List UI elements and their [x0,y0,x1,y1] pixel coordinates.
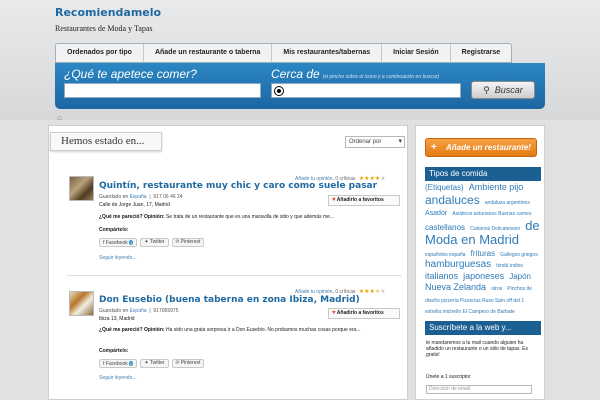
tag-link[interactable]: Nueva Zelanda [425,282,486,292]
post-title[interactable]: Quintín, restaurante muy chic y caro com… [99,181,377,191]
post-address: Ibiza 13, Madrid [99,316,135,322]
post-opinion: ¿Qué me pareció? Opinión: Ha sido una gr… [99,327,361,333]
tag-link[interactable]: castellanos [425,223,465,232]
tag-link[interactable]: japoneses [463,271,504,281]
sort-select[interactable]: Ordenar por [345,136,405,148]
post-meta: Añade tu opinión, 0 críticas ★★★★★ [295,289,386,295]
share-label: Compártelo: [99,227,129,233]
post-address: Calle de Jorge Juan, 17, Madrid [99,202,170,208]
search-what-input[interactable] [64,83,261,98]
post-saved-info: Guardado en España | 917 06 46 24 [99,194,183,200]
post-thumbnail[interactable] [69,176,94,201]
post-opinion: ¿Qué me pareció? Opinión: Se trata de un… [99,214,335,220]
search-what-label: ¿Qué te apetece comer? [64,67,197,81]
sidebar: + Añade un restaurante! Tipos de comida (… [415,125,545,400]
search-where-input[interactable] [271,83,461,98]
tag-link[interactable]: andaluza argentinos [485,200,530,206]
tag-link[interactable]: Cubanos Delicatessen [470,226,520,232]
tag-link[interactable]: (Etiquetas) [425,183,464,192]
share-twitter-button[interactable]: ✦ Twitter [140,238,169,247]
share-twitter-button[interactable]: ✦ Twitter [140,359,169,368]
post-thumbnail[interactable] [69,291,94,316]
main-content: Hemos estado en... Ordenar por Añade tu … [48,125,408,400]
add-restaurant-button[interactable]: + Añade un restaurante! [425,138,537,157]
nav-item-iniciar-sesion[interactable]: Iniciar Sesión [382,44,451,62]
search-icon: ⚲ [483,85,490,95]
share-facebook-button[interactable]: f Facebook 1 [99,238,138,247]
share-facebook-button[interactable]: f Facebook 2 [99,359,138,368]
share-buttons: f Facebook 2 ✦ Twitter ℗ Pinterest [99,359,205,368]
category-link[interactable]: España [130,194,147,200]
tag-cloud: (Etiquetas) Ambiente pijo andaluces anda… [425,182,541,317]
tag-link[interactable]: frituras [471,249,495,258]
nav-item-anade[interactable]: Añade un restaurante o taberna [144,44,273,62]
post-saved-info: Guardado en España | 917065975 [99,308,179,314]
email-input[interactable]: Dirección de email [426,385,532,394]
subscribe-widget-title: Suscríbete a la web y... [425,321,541,335]
nav-item-ordenados[interactable]: Ordenados por tipo [56,44,144,62]
read-more-link[interactable]: Seguir leyendo... [99,255,137,261]
share-label: Compártelo: [99,348,129,354]
tag-link[interactable]: Gallegos griegos [500,252,538,258]
search-button[interactable]: ⚲ Buscar [471,81,535,99]
tag-link[interactable]: españoles españa [425,252,466,258]
tag-link[interactable]: Asador [425,210,447,217]
subscribe-text: te mandaremos a tu mail cuando alguien h… [426,340,529,358]
main-nav: Ordenados por tipo Añade un restaurante … [55,43,513,63]
location-icon[interactable] [275,87,283,95]
plus-icon: + [431,142,437,153]
tag-link[interactable]: Ambiente pijo [469,182,524,192]
tags-widget-title: Tipos de comida [425,167,541,181]
tag-link[interactable]: italianos [425,271,458,281]
share-pinterest-button[interactable]: ℗ Pinterest [171,359,205,368]
site-description: Restaurantes de Moda y Tapas [55,24,153,33]
tag-link[interactable]: hamburguesas [425,259,491,271]
category-link[interactable]: España [130,308,147,314]
share-buttons: f Facebook 1 ✦ Twitter ℗ Pinterest [99,238,205,247]
tag-link[interactable]: otros [491,286,502,292]
search-where-hint: (si pinche sobre el icono y a continuaci… [322,74,440,80]
divider [67,275,402,276]
search-panel: ¿Qué te apetece comer? Cerca de (si pinch… [55,63,545,109]
nav-item-registrarse[interactable]: Registrarse [451,44,512,62]
tag-link[interactable]: hindú indios [496,263,523,269]
home-icon[interactable]: ⌂ [57,113,62,122]
read-more-link[interactable]: Seguir leyendo... [99,375,137,381]
search-where-label: Cerca de (si pinche sobre el icono y a co… [271,67,440,81]
tag-link[interactable]: Japón [509,272,531,281]
share-pinterest-button[interactable]: ℗ Pinterest [171,238,205,247]
tag-link[interactable]: andaluces [425,193,480,207]
tag-link[interactable]: Asiáticos asturianos Buenas carnes [452,211,531,217]
favorite-button[interactable]: ♥ Añadirlo a favoritos [328,195,400,206]
section-title: Hemos estado en... [50,132,162,151]
subscriber-count: Únete a 1 suscriptor [426,374,471,380]
site-title[interactable]: Recomiendamelo [55,6,161,19]
site-header: Recomiendamelo Restaurantes de Moda y Ta… [0,0,600,122]
post-title[interactable]: Don Eusebio (buena taberna en zona Ibiza… [99,295,360,305]
heart-icon: ♥ [332,197,336,203]
search-button-label: Buscar [494,85,523,95]
rating-stars: ★★★★★ [358,289,386,295]
nav-item-mis-restaurantes[interactable]: Mis restaurantes/tabernas [272,44,383,62]
heart-icon: ♥ [332,310,336,316]
favorite-button[interactable]: ♥ Añadirlo a favoritos [328,308,400,319]
